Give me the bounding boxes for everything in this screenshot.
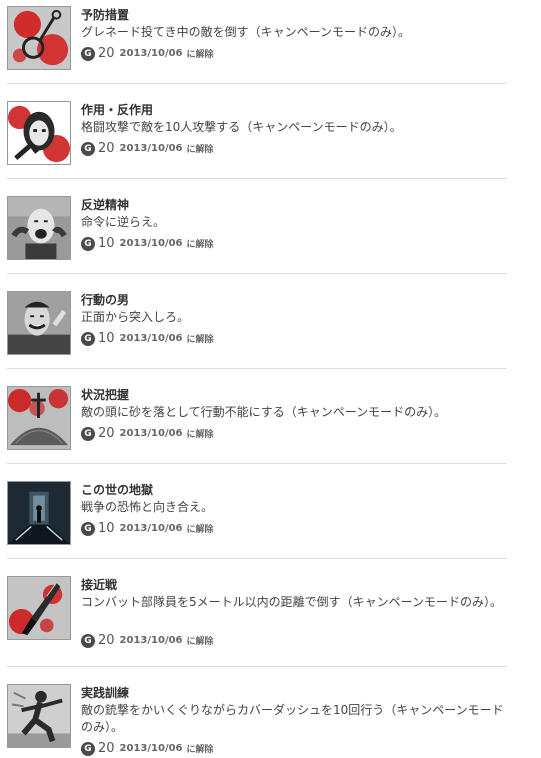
achievement-title: 作用・反作用 (81, 103, 154, 117)
gamerscore-icon: G (81, 46, 95, 61)
unlock-status: に解除 (186, 525, 214, 535)
achievement-title: 反逆精神 (81, 198, 130, 212)
achievement-description: 正面から突入しろ。 (81, 310, 190, 324)
grinning-man-icon (7, 291, 71, 355)
unlock-date: 2013/10/06 (119, 523, 183, 534)
row-divider (7, 666, 507, 667)
achievement-title: 実践訓練 (81, 686, 130, 700)
gamerscore-icon: G (81, 331, 95, 346)
row-divider (7, 558, 507, 559)
achievement-row: 予防措置グレネード投てき中の敵を倒す（キャンペーンモードのみ）。 G 20 2013/… (0, 0, 541, 95)
achievement-description: グレネード投てき中の敵を倒す（キャンペーンモードのみ）。 (81, 25, 411, 39)
achievement-title: この世の地獄 (81, 483, 154, 497)
achievement-meta: G 10 2013/10/06 に解除 (81, 518, 214, 536)
unlock-status: に解除 (186, 637, 214, 647)
gamerscore-icon: G (81, 521, 95, 536)
achievement-meta: G 20 2013/10/06 に解除 (81, 43, 214, 61)
achievement-title: 行動の男 (81, 293, 130, 307)
unlock-status: に解除 (186, 240, 214, 250)
unlock-status: に解除 (186, 745, 214, 755)
achievement-description: コンバット部隊員を5メートル以内の距離で倒す（キャンペーンモードのみ）。 (81, 595, 503, 609)
running-soldier-icon (7, 684, 71, 748)
shouting-man-icon (7, 196, 71, 260)
gamerscore-value: 10 (98, 521, 115, 536)
achievement-meta: G 20 2013/10/06 に解除 (81, 138, 214, 156)
achievement-row: 実践訓練敵の銃撃をかいくぐりながらカバーダッシュを10回行う（キャンペーンモード… (0, 678, 541, 758)
achievement-row: 接近戦コンバット部隊員を5メートル以内の距離で倒す（キャンペーンモードのみ）。 G… (0, 570, 541, 678)
punch-face-icon (7, 101, 71, 165)
unlock-date: 2013/10/06 (119, 635, 183, 646)
achievement-meta: G 10 2013/10/06 に解除 (81, 328, 214, 346)
unlock-status: に解除 (186, 145, 214, 155)
gamerscore-icon: G (81, 633, 95, 648)
unlock-date: 2013/10/06 (119, 238, 183, 249)
achievement-meta: G 20 2013/10/06 に解除 (81, 738, 214, 756)
gamerscore-icon: G (81, 141, 95, 156)
achievement-description: 命令に逆らえ。 (81, 215, 166, 229)
dark-corridor-icon (7, 481, 71, 545)
achievement-row: 状況把握敵の頭に砂を落として行動不能にする（キャンペーンモードのみ）。 G 20 20… (0, 380, 541, 475)
gamerscore-value: 20 (98, 426, 115, 441)
gamerscore-value: 20 (98, 633, 115, 648)
unlock-date: 2013/10/06 (119, 428, 183, 439)
achievement-description: 敵の銃撃をかいくぐりながらカバーダッシュを10回行う（キャンペーンモードのみ）。 (81, 703, 504, 734)
gamerscore-value: 10 (98, 331, 115, 346)
row-divider (7, 273, 507, 274)
row-divider (7, 368, 507, 369)
achievement-description: 戦争の恐怖と向き合え。 (81, 500, 214, 514)
row-divider (7, 178, 507, 179)
unlock-status: に解除 (186, 50, 214, 60)
gamerscore-icon: G (81, 426, 95, 441)
gamerscore-value: 20 (98, 46, 115, 61)
unlock-status: に解除 (186, 430, 214, 440)
achievement-title: 予防措置 (81, 8, 130, 22)
gamerscore-value: 20 (98, 741, 115, 756)
unlock-status: に解除 (186, 335, 214, 345)
achievement-meta: G 20 2013/10/06 に解除 (81, 630, 214, 648)
achievement-meta: G 20 2013/10/06 に解除 (81, 423, 214, 441)
gamerscore-icon: G (81, 741, 95, 756)
achievement-description: 格闘攻撃で敵を10人攻撃する（キャンペーンモードのみ）。 (81, 120, 402, 134)
achievement-description: 敵の頭に砂を落として行動不能にする（キャンペーンモードのみ）。 (81, 405, 447, 419)
unlock-date: 2013/10/06 (119, 743, 183, 754)
achievement-row: 行動の男正面から突入しろ。 G 10 2013/10/06 に解除 (0, 285, 541, 380)
achievement-title: 接近戦 (81, 578, 118, 592)
combat-knife-icon (7, 576, 71, 640)
unlock-date: 2013/10/06 (119, 333, 183, 344)
gamerscore-value: 10 (98, 236, 115, 251)
grenade-pin-icon (7, 6, 71, 70)
sand-pile-icon (7, 386, 71, 450)
achievement-row: 作用・反作用格闘攻撃で敵を10人攻撃する（キャンペーンモードのみ）。 G 20 201… (0, 95, 541, 190)
unlock-date: 2013/10/06 (119, 143, 183, 154)
gamerscore-icon: G (81, 236, 95, 251)
achievement-row: 反逆精神命令に逆らえ。 G 10 2013/10/06 に解除 (0, 190, 541, 285)
row-divider (7, 463, 507, 464)
achievement-meta: G 10 2013/10/06 に解除 (81, 233, 214, 251)
achievement-title: 状況把握 (81, 388, 130, 402)
unlock-date: 2013/10/06 (119, 48, 183, 59)
row-divider (7, 83, 507, 84)
gamerscore-value: 20 (98, 141, 115, 156)
achievement-row: この世の地獄戦争の恐怖と向き合え。 G 10 2013/10/06 に解除 (0, 475, 541, 570)
